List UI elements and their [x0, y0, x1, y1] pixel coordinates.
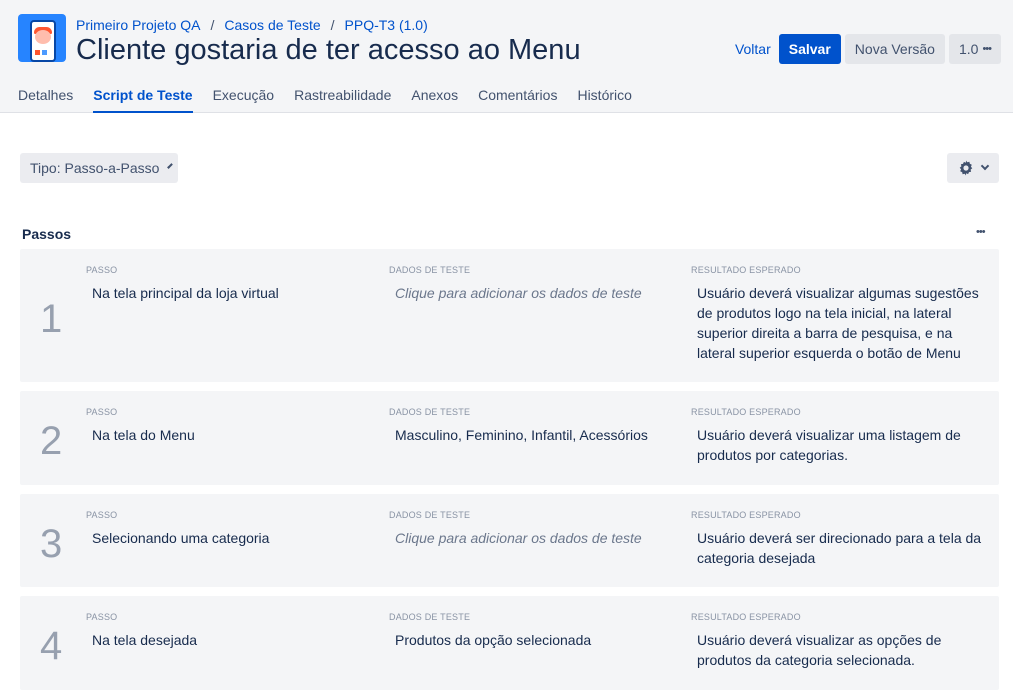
more-icon[interactable]: ••• [976, 226, 986, 238]
tab-test-script[interactable]: Script de Teste [93, 84, 193, 113]
more-icon: ••• [982, 43, 992, 55]
page-header: Primeiro Projeto QA / Casos de Teste / P… [0, 0, 1013, 113]
expected-text[interactable]: Usuário deverá ser direcionado para a te… [691, 528, 991, 568]
step-row[interactable]: 3 PASSO Selecionando uma categoria DADOS… [20, 494, 999, 587]
chevron-down-icon [980, 161, 990, 171]
column-label: PASSO [86, 612, 118, 622]
breadcrumb-project[interactable]: Primeiro Projeto QA [76, 17, 200, 33]
new-version-button[interactable]: Nova Versão [844, 34, 945, 64]
step-row[interactable]: 4 PASSO Na tela desejada DADOS DE TESTE … [20, 596, 999, 690]
header-actions: Voltar Salvar Nova Versão 1.0 ••• [731, 34, 1001, 64]
data-col: DADOS DE TESTE Clique para adicionar os … [389, 265, 679, 303]
tab-attachments[interactable]: Anexos [411, 84, 458, 113]
tab-details[interactable]: Detalhes [18, 84, 73, 113]
column-label: PASSO [86, 407, 118, 417]
expected-text[interactable]: Usuário deverá visualizar uma listagem d… [691, 425, 991, 465]
breadcrumb-section[interactable]: Casos de Teste [224, 17, 320, 33]
column-label: RESULTADO ESPERADO [691, 407, 801, 417]
step-col: PASSO Na tela principal da loja virtual [86, 265, 376, 303]
avatar-dot-blue [42, 50, 47, 55]
test-data-text[interactable]: Masculino, Feminino, Infantil, Acessório… [389, 425, 679, 445]
column-label: DADOS DE TESTE [389, 265, 471, 275]
column-label: PASSO [86, 265, 118, 275]
step-number: 1 [40, 297, 63, 341]
data-col: DADOS DE TESTE Clique para adicionar os … [389, 510, 679, 548]
section-title: Passos [22, 226, 72, 242]
avatar-face [35, 30, 51, 44]
expected-col: RESULTADO ESPERADO Usuário deverá ser di… [691, 510, 991, 568]
step-number: 2 [40, 419, 63, 463]
step-number: 3 [40, 522, 63, 566]
back-button[interactable]: Voltar [731, 34, 775, 64]
tab-traceability[interactable]: Rastreabilidade [294, 84, 391, 113]
tab-bar: Detalhes Script de Teste Execução Rastre… [18, 84, 632, 113]
gear-icon [959, 160, 973, 176]
step-row[interactable]: 1 PASSO Na tela principal da loja virtua… [20, 249, 999, 382]
tab-comments[interactable]: Comentários [478, 84, 557, 113]
step-text[interactable]: Na tela principal da loja virtual [86, 283, 376, 303]
test-data-text[interactable]: Clique para adicionar os dados de teste [389, 528, 679, 548]
tab-history[interactable]: Histórico [577, 84, 631, 113]
step-text[interactable]: Na tela do Menu [86, 425, 376, 445]
column-label: PASSO [86, 510, 118, 520]
step-col: PASSO Na tela desejada [86, 612, 376, 650]
breadcrumb: Primeiro Projeto QA / Casos de Teste / P… [76, 16, 428, 34]
chevron-down-icon [167, 163, 174, 169]
step-text[interactable]: Selecionando uma categoria [86, 528, 376, 548]
column-label: DADOS DE TESTE [389, 612, 471, 622]
column-label: DADOS DE TESTE [389, 407, 471, 417]
test-data-text[interactable]: Produtos da opção selecionada [389, 630, 679, 650]
project-avatar [18, 14, 66, 62]
save-button[interactable]: Salvar [778, 34, 841, 64]
column-label: RESULTADO ESPERADO [691, 612, 801, 622]
column-label: RESULTADO ESPERADO [691, 265, 801, 275]
step-number: 4 [40, 624, 63, 668]
step-text[interactable]: Na tela desejada [86, 630, 376, 650]
step-row[interactable]: 2 PASSO Na tela do Menu DADOS DE TESTE M… [20, 391, 999, 485]
page-title: Cliente gostaria de ter acesso ao Menu [76, 34, 581, 66]
data-col: DADOS DE TESTE Produtos da opção selecio… [389, 612, 679, 650]
expected-text[interactable]: Usuário deverá visualizar algumas sugest… [691, 283, 991, 363]
expected-col: RESULTADO ESPERADO Usuário deverá visual… [691, 612, 991, 670]
version-label: 1.0 [958, 41, 979, 57]
test-data-text[interactable]: Clique para adicionar os dados de teste [389, 283, 679, 303]
column-label: DADOS DE TESTE [389, 510, 471, 520]
expected-col: RESULTADO ESPERADO Usuário deverá visual… [691, 407, 991, 465]
step-col: PASSO Na tela do Menu [86, 407, 376, 445]
tab-execution[interactable]: Execução [213, 84, 274, 113]
type-select-value: Tipo: Passo-a-Passo [30, 160, 160, 176]
step-col: PASSO Selecionando uma categoria [86, 510, 376, 548]
version-menu-button[interactable]: 1.0 ••• [948, 34, 1001, 64]
expected-text[interactable]: Usuário deverá visualizar as opções de p… [691, 630, 991, 670]
breadcrumb-separator: / [210, 17, 215, 33]
data-col: DADOS DE TESTE Masculino, Feminino, Infa… [389, 407, 679, 445]
avatar-dot-red [35, 50, 40, 55]
expected-col: RESULTADO ESPERADO Usuário deverá visual… [691, 265, 991, 363]
type-select[interactable]: Tipo: Passo-a-Passo [20, 153, 178, 183]
settings-button[interactable] [947, 153, 999, 183]
column-label: RESULTADO ESPERADO [691, 510, 801, 520]
breadcrumb-separator: / [330, 17, 335, 33]
breadcrumb-item[interactable]: PPQ-T3 (1.0) [345, 17, 428, 33]
